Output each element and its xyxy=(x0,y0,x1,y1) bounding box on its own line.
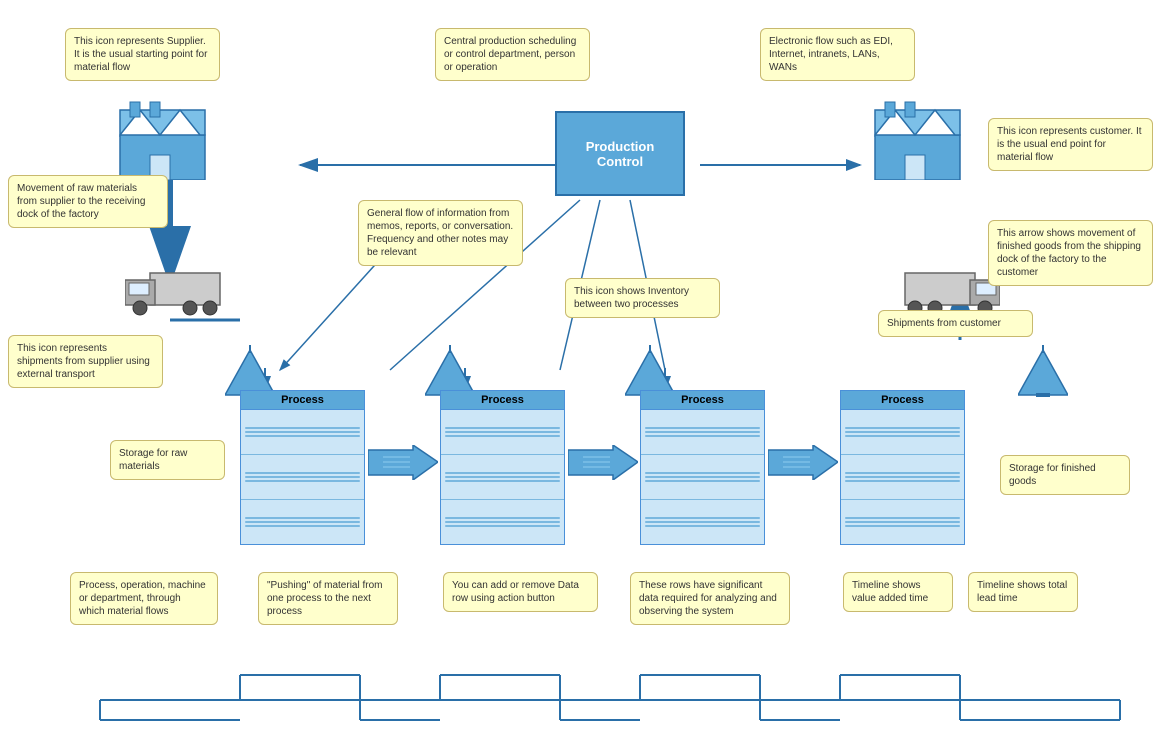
push-arrow-2 xyxy=(568,445,638,480)
process-row-3a xyxy=(641,410,764,455)
callout-data-row: You can add or remove Data row using act… xyxy=(443,572,598,612)
callout-general-flow: General flow of information from memos, … xyxy=(358,200,523,266)
customer-factory-icon xyxy=(870,100,965,180)
process-row-4a xyxy=(841,410,964,455)
callout-supplier: This icon represents Supplier. It is the… xyxy=(65,28,220,81)
supplier-factory-icon xyxy=(115,100,210,180)
diagram-container: This icon represents Supplier. It is the… xyxy=(0,0,1170,735)
callout-timeline-lead: Timeline shows total lead time xyxy=(968,572,1078,612)
callout-finished-storage: Storage for finished goods xyxy=(1000,455,1130,495)
callout-shipments-customer: Shipments from customer xyxy=(878,310,1033,337)
callout-push-arrow: "Pushing" of material from one process t… xyxy=(258,572,398,625)
process-row-4c xyxy=(841,500,964,544)
inventory-triangle-right xyxy=(1018,345,1068,400)
callout-supplier-transport: This icon represents shipments from supp… xyxy=(8,335,163,388)
process-row-2b xyxy=(441,455,564,500)
callout-inventory: This icon shows Inventory between two pr… xyxy=(565,278,720,318)
push-arrow-1 xyxy=(368,445,438,480)
callout-finished-goods: This arrow shows movement of finished go… xyxy=(988,220,1153,286)
callout-raw-material: Movement of raw materials from supplier … xyxy=(8,175,168,228)
process-row-3c xyxy=(641,500,764,544)
process-row-2c xyxy=(441,500,564,544)
process-row-3b xyxy=(641,455,764,500)
callout-electronic-flow: Electronic flow such as EDI, Internet, i… xyxy=(760,28,915,81)
process-row-1b xyxy=(241,455,364,500)
callout-data-rows-info: These rows have significant data require… xyxy=(630,572,790,625)
process-rows-4 xyxy=(841,410,964,544)
push-arrow-3 xyxy=(768,445,838,480)
callout-timeline-value: Timeline shows value added time xyxy=(843,572,953,612)
process-box-3: Process xyxy=(640,390,765,545)
process-row-1a xyxy=(241,410,364,455)
callout-process-box: Process, operation, machine or departmen… xyxy=(70,572,218,625)
process-box-2: Process xyxy=(440,390,565,545)
process-header-2: Process xyxy=(441,391,564,410)
process-header-1: Process xyxy=(241,391,364,410)
process-row-2a xyxy=(441,410,564,455)
process-rows-1 xyxy=(241,410,364,544)
process-header-4: Process xyxy=(841,391,964,410)
callout-production-control: Central production scheduling or control… xyxy=(435,28,590,81)
process-rows-3 xyxy=(641,410,764,544)
process-box-4: Process xyxy=(840,390,965,545)
process-row-4b xyxy=(841,455,964,500)
supplier-truck-icon xyxy=(125,268,225,323)
process-rows-2 xyxy=(441,410,564,544)
process-box-1: Process xyxy=(240,390,365,545)
process-header-3: Process xyxy=(641,391,764,410)
process-row-1c xyxy=(241,500,364,544)
production-control-box: Production Control xyxy=(555,111,685,196)
callout-raw-storage: Storage for raw materials xyxy=(110,440,225,480)
callout-customer-icon: This icon represents customer. It is the… xyxy=(988,118,1153,171)
